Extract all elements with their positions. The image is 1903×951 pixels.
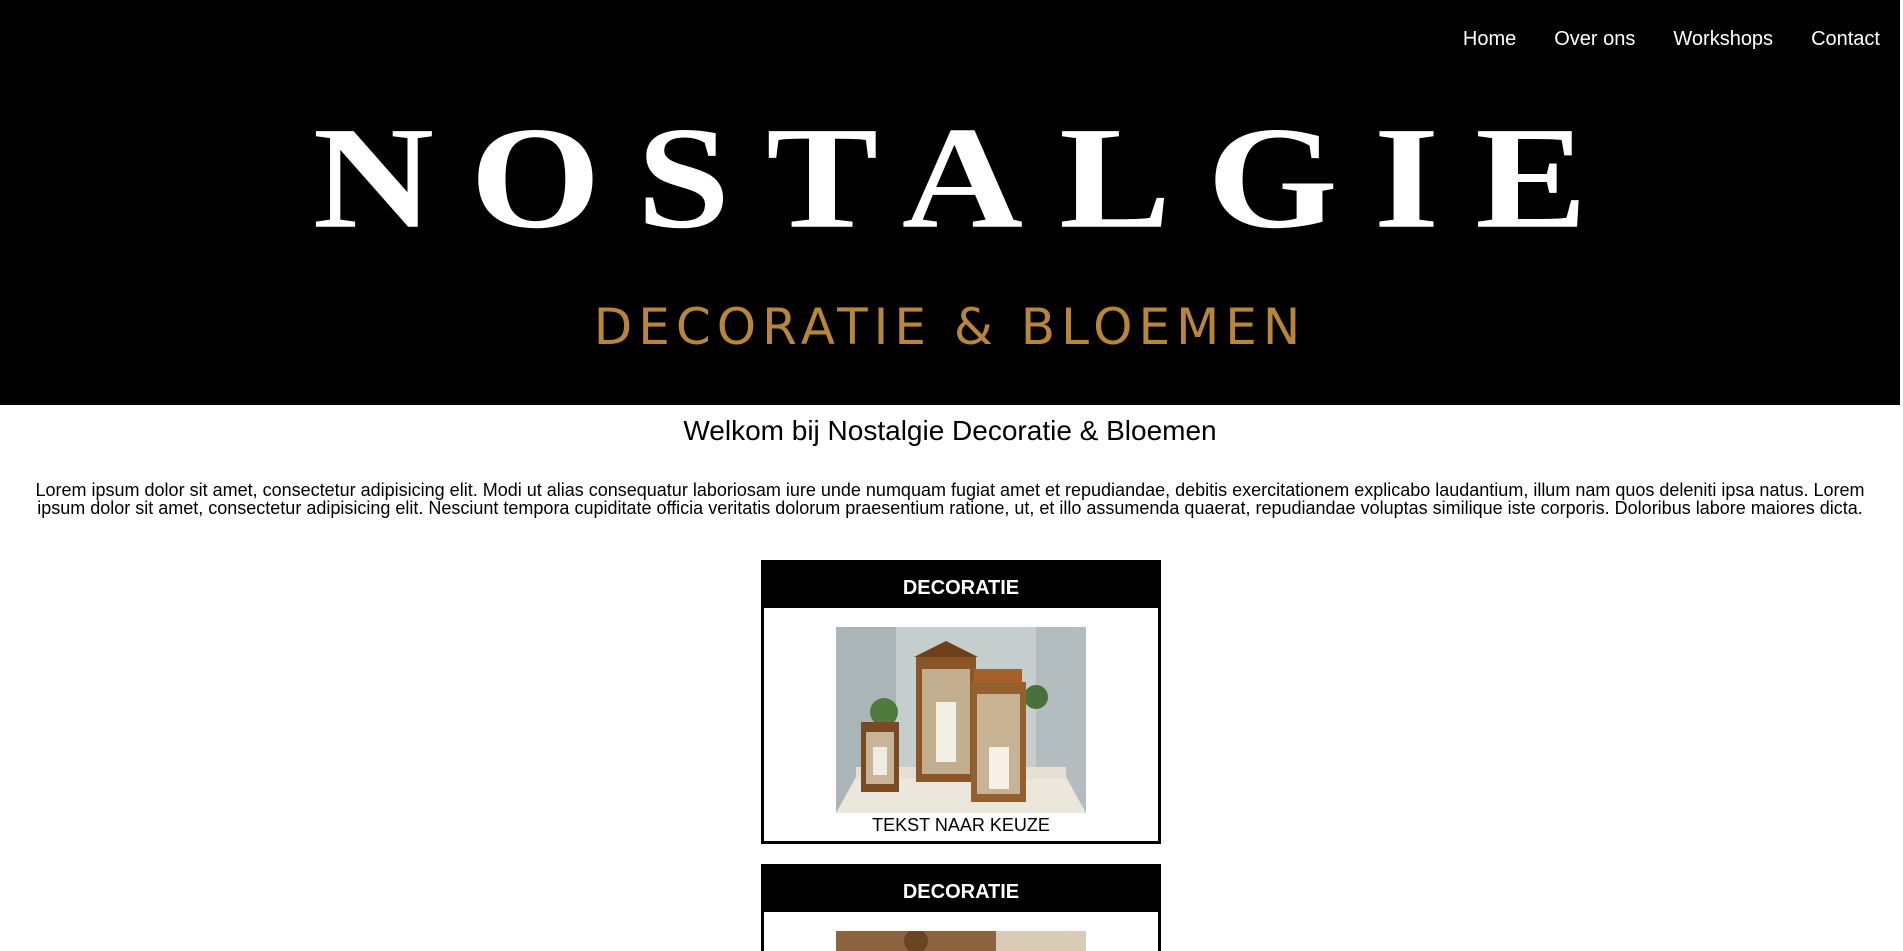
page: Home Over ons Workshops Contact NOSTALGI…: [0, 0, 1900, 951]
nav-item-contact[interactable]: Contact: [1811, 28, 1880, 51]
nav-item-over-ons[interactable]: Over ons: [1554, 28, 1635, 51]
nav-item-workshops[interactable]: Workshops: [1673, 28, 1773, 51]
lanterns-photo[interactable]: [836, 627, 1086, 813]
nav-item-home[interactable]: Home: [1463, 28, 1516, 51]
decor-image: [836, 931, 1086, 951]
decoratie-card[interactable]: DECORATIE TEKST NAAR KEUZE: [761, 560, 1161, 844]
page-title: Welkom bij Nostalgie Decoratie & Bloemen: [683, 415, 1217, 446]
logo-subtitle: DECORATIE & BLOEMEN: [593, 298, 1307, 356]
main-nav: Home Over ons Workshops Contact: [1425, 28, 1880, 51]
intro-text: Lorem ipsum dolor sit amet, consectetur …: [35, 480, 1865, 518]
decoratie-card-2[interactable]: DECORATIE: [761, 864, 1161, 951]
decor-photo[interactable]: [836, 931, 1086, 951]
card-body: [764, 912, 1158, 951]
card-body: TEKST NAAR KEUZE: [764, 608, 1158, 835]
card-caption: TEKST NAAR KEUZE: [872, 815, 1050, 835]
site-header: Home Over ons Workshops Contact NOSTALGI…: [0, 0, 1900, 405]
card-title: DECORATIE: [764, 563, 1158, 608]
logo-title: NOSTALGIE: [312, 97, 1624, 259]
card-title: DECORATIE: [764, 867, 1158, 912]
lanterns-image: [836, 627, 1086, 813]
